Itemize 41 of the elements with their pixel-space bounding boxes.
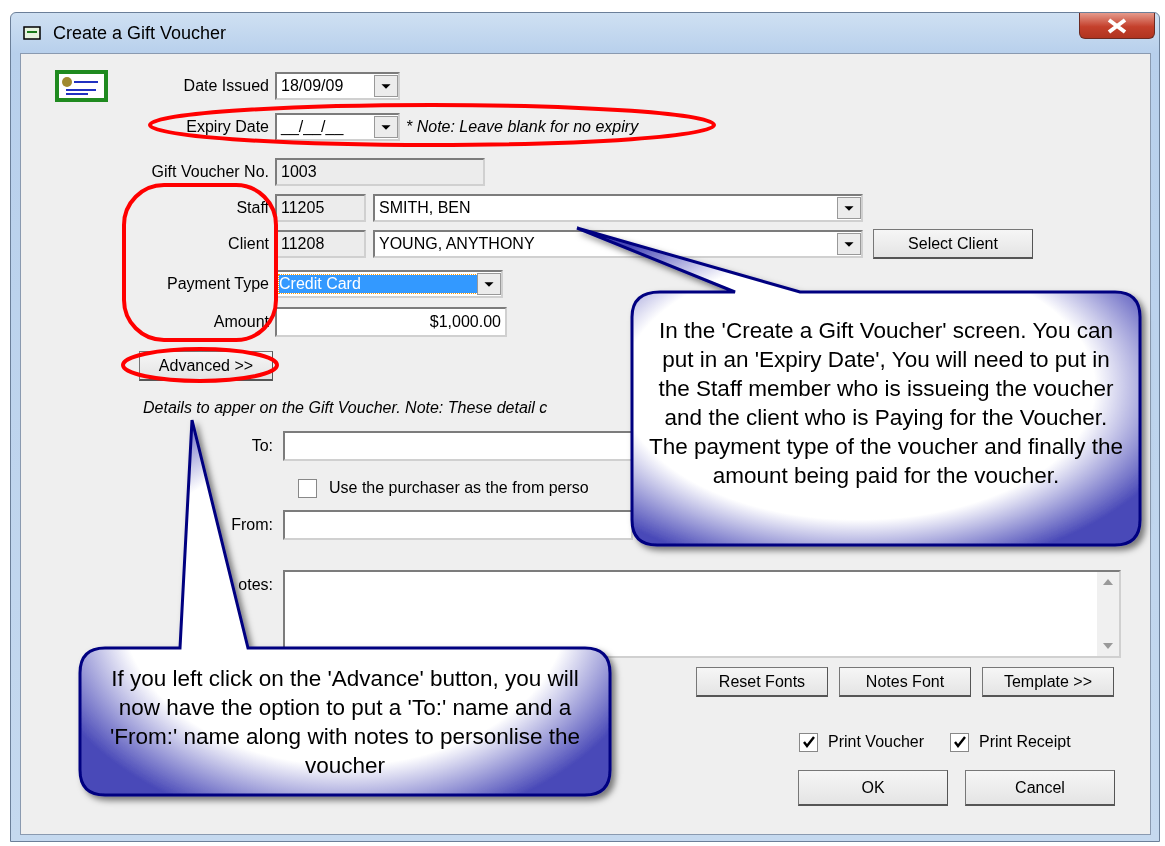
field-label: otes: — [238, 576, 273, 594]
checkbox-label: Print Receipt — [979, 733, 1071, 751]
field-label: Payment Type — [167, 275, 269, 293]
dialog-button[interactable]: OK — [798, 770, 948, 806]
input-field[interactable] — [283, 510, 633, 540]
field-label: Expiry Date — [186, 118, 269, 136]
input-field[interactable]: 11205 — [275, 194, 366, 222]
amount-field[interactable]: $1,000.00 — [275, 307, 507, 337]
hint-text: * Note: Leave blank for no expiry — [406, 118, 639, 136]
date-picker[interactable]: 18/09/09 — [275, 72, 400, 100]
checkbox-label: Use the purchaser as the from perso — [329, 479, 589, 497]
field-label: Gift Voucher No. — [151, 163, 269, 181]
checkbox[interactable] — [950, 732, 970, 752]
callout-text: In the 'Create a Gift Voucher' screen. You can put in an 'Expiry Date', You will need to put in the Staff member who is issueing the voucher and the client who is Paying for the Voucher. The payment type of the voucher and finally the amount being paid for the voucher. — [648, 317, 1124, 490]
input-field[interactable]: 1003 — [275, 158, 485, 186]
callout-text: If you left click on the 'Advance' button, you will now have the option to put a 'To:' name and a 'From:' name along with notes to personlise the voucher — [108, 665, 582, 780]
font-button[interactable]: Reset Fonts — [696, 667, 828, 697]
close-button[interactable] — [1079, 13, 1155, 39]
window-icon — [23, 26, 41, 40]
details-note: Details to apper on the Gift Voucher. Note: These detail c — [143, 399, 548, 417]
voucher-icon — [54, 69, 109, 103]
select-client-button[interactable]: Select Client — [873, 229, 1033, 259]
staff-dropdown[interactable]: SMITH, BEN — [373, 194, 863, 222]
dialog-button[interactable]: Cancel — [965, 770, 1115, 806]
checkbox[interactable] — [298, 478, 317, 498]
input-field[interactable] — [283, 431, 633, 461]
client-dropdown[interactable]: YOUNG, ANYTHONY — [373, 230, 863, 258]
field-label: Amount — [213, 313, 269, 331]
field-label: Client — [228, 235, 269, 253]
checkbox-label: Print Voucher — [828, 733, 925, 751]
font-button[interactable]: Notes Font — [839, 667, 971, 697]
field-label: To: — [251, 437, 273, 455]
input-field[interactable]: 11208 — [275, 230, 366, 258]
field-label: Date Issued — [183, 77, 269, 95]
font-button[interactable]: Template >> — [982, 667, 1114, 697]
checkbox[interactable] — [799, 732, 818, 752]
field-label: From: — [231, 516, 273, 534]
window-title: Create a Gift Voucher — [53, 22, 227, 44]
field-label: Staff — [236, 199, 269, 217]
date-picker[interactable]: __/__/__ — [275, 113, 400, 141]
notes-field[interactable] — [283, 570, 1121, 658]
